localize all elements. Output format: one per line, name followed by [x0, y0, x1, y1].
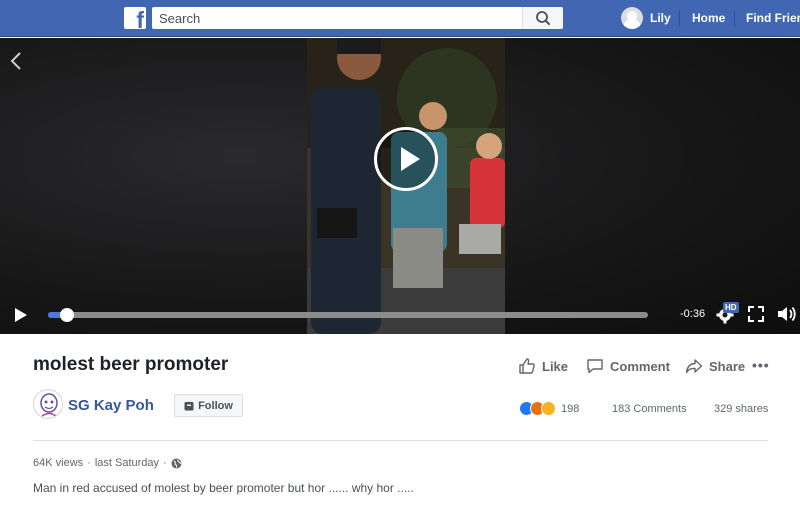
share-label: Share	[709, 358, 746, 374]
like-label: Like	[542, 358, 569, 374]
home-link[interactable]: Home	[692, 11, 725, 25]
progress-bar[interactable]	[48, 308, 648, 322]
page-name-link[interactable]: SG Kay Poh	[68, 397, 154, 414]
search-input[interactable]	[152, 7, 522, 29]
globe-icon	[171, 458, 182, 468]
view-count: 64K views	[33, 457, 84, 469]
comment-label: Comment	[610, 358, 670, 374]
divider	[33, 440, 768, 441]
play-icon[interactable]	[15, 308, 27, 322]
more-options-button[interactable]: •••	[752, 357, 770, 373]
reactions-summary[interactable]: 198	[519, 401, 579, 416]
avatar	[621, 7, 643, 29]
share-icon	[685, 359, 703, 374]
top-navigation-bar: f Lily Home Find Frien	[0, 0, 800, 37]
share-button[interactable]: Share	[685, 357, 745, 375]
follow-button[interactable]: Follow	[174, 394, 243, 417]
post-meta: 64K views · last Saturday ·	[33, 457, 182, 469]
profile-name: Lily	[650, 11, 671, 25]
find-friends-link[interactable]: Find Frien	[746, 11, 800, 25]
comments-count-link[interactable]: 183 Comments	[612, 403, 687, 415]
page-avatar[interactable]	[33, 389, 63, 419]
volume-icon[interactable]	[777, 305, 797, 323]
reaction-count: 198	[561, 402, 580, 415]
nav-divider	[679, 10, 680, 26]
meta-separator: ·	[163, 457, 167, 469]
like-button[interactable]: Like	[518, 357, 568, 375]
search-bar	[152, 7, 563, 29]
hd-badge: HD	[723, 302, 739, 313]
haha-reaction-icon	[541, 401, 556, 416]
video-title: molest beer promoter	[33, 354, 229, 375]
thumbs-up-icon	[519, 358, 535, 374]
facebook-logo-icon[interactable]: f	[124, 7, 146, 29]
video-description: Man in red accused of molest by beer pro…	[33, 481, 414, 495]
comment-icon	[587, 359, 603, 374]
post-timestamp[interactable]: last Saturday	[95, 457, 159, 469]
comment-button[interactable]: Comment	[586, 357, 670, 375]
page-logo-icon	[40, 393, 58, 417]
meta-separator: ·	[87, 457, 91, 469]
shares-count-link[interactable]: 329 shares	[714, 403, 768, 415]
video-player[interactable]: -0:36 HD	[0, 38, 800, 334]
profile-link[interactable]: Lily	[621, 7, 671, 29]
time-remaining: -0:36	[680, 308, 706, 320]
follow-icon	[184, 401, 194, 410]
search-button[interactable]	[522, 7, 563, 29]
search-icon	[536, 11, 550, 25]
nav-divider	[734, 10, 735, 26]
follow-label: Follow	[198, 399, 233, 412]
fullscreen-icon[interactable]	[748, 306, 764, 322]
back-arrow-icon[interactable]	[8, 50, 24, 72]
center-play-button[interactable]	[374, 127, 438, 191]
